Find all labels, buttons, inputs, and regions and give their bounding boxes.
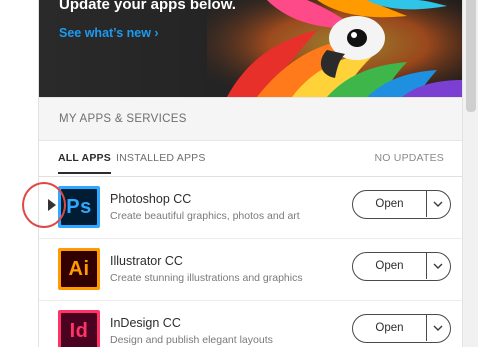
app-row: Ps Photoshop CC Create beautiful graphics,… <box>39 177 463 239</box>
chevron-down-icon[interactable] <box>427 253 449 279</box>
app-icon-tile: Ps <box>61 189 97 225</box>
scrollbar-thumb[interactable] <box>466 0 476 112</box>
app-icon-label: Ai <box>68 258 90 280</box>
app-icon-tile: Ai <box>61 251 97 287</box>
app-name: Illustrator CC <box>110 254 183 268</box>
open-button[interactable]: Open <box>353 253 427 279</box>
app-name: Photoshop CC <box>110 192 192 206</box>
app-icon-tile: Id <box>61 313 97 347</box>
banner-text: Update your apps below. See what’s new › <box>59 0 259 97</box>
open-button[interactable]: Open <box>353 315 427 341</box>
open-button-group: Open <box>352 252 451 281</box>
open-button-group: Open <box>352 190 451 219</box>
my-apps-section-header: MY APPS & SERVICES <box>39 97 463 141</box>
no-updates-status: NO UPDATES <box>374 152 444 164</box>
creative-cloud-panel: Update your apps below. See what’s new ›… <box>38 0 463 347</box>
tab-all-apps[interactable]: ALL APPS <box>58 152 111 174</box>
app-filter-tabs: ALL APPS INSTALLED APPS NO UPDATES <box>39 141 463 177</box>
indesign-icon: Id <box>58 310 100 347</box>
app-description: Design and publish elegant layouts <box>110 334 273 346</box>
window-margin <box>0 0 38 347</box>
app-row: Ai Illustrator CC Create stunning illustra… <box>39 239 463 301</box>
section-title: MY APPS & SERVICES <box>59 113 187 125</box>
see-whats-new-link[interactable]: See what’s new › <box>59 26 159 40</box>
scrollbar[interactable] <box>462 0 478 347</box>
app-icon-label: Ps <box>66 196 92 218</box>
chevron-down-icon[interactable] <box>427 315 449 341</box>
app-row: Id InDesign CC Design and publish elegant … <box>39 301 463 347</box>
app-icon-label: Id <box>69 320 89 342</box>
open-button-group: Open <box>352 314 451 343</box>
chevron-down-icon[interactable] <box>427 191 449 217</box>
open-button[interactable]: Open <box>353 191 427 217</box>
illustrator-icon: Ai <box>58 248 100 290</box>
tab-installed-apps[interactable]: INSTALLED APPS <box>116 152 206 164</box>
update-banner: Update your apps below. See what’s new › <box>39 0 463 97</box>
banner-title: Update your apps below. <box>59 0 236 13</box>
app-description: Create stunning illustrations and graphi… <box>110 272 303 284</box>
highlight-circle <box>22 182 66 228</box>
app-name: InDesign CC <box>110 316 181 330</box>
app-description: Create beautiful graphics, photos and ar… <box>110 210 300 222</box>
